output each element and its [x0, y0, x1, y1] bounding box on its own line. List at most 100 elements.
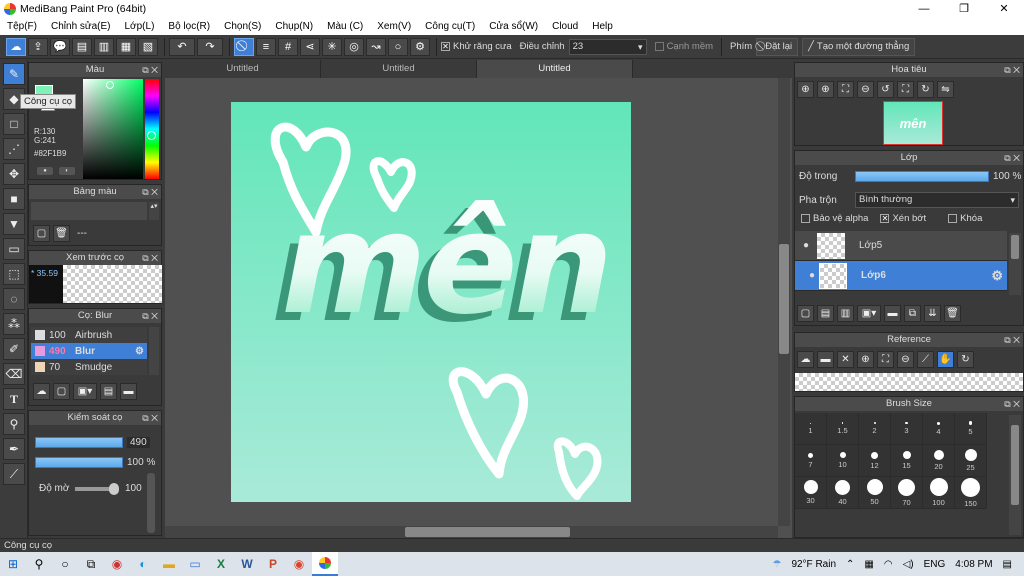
- brush-size-slider[interactable]: [35, 437, 123, 448]
- zoom-out-icon[interactable]: ⊖: [857, 81, 874, 98]
- document-tab[interactable]: Untitled: [165, 60, 321, 78]
- brush-size-slot[interactable]: 2: [859, 413, 891, 445]
- zoom-in-icon[interactable]: ⊕: [857, 351, 874, 368]
- brush-size-slot[interactable]: 7: [795, 445, 827, 477]
- delete-layer-icon[interactable]: 🗑: [944, 305, 961, 322]
- layer-visibility-icon[interactable]: ●: [805, 270, 819, 281]
- flip-icon[interactable]: ⇋: [937, 81, 954, 98]
- panel-close-icon[interactable]: ⧉ ✕: [142, 309, 158, 323]
- brush-document-icon[interactable]: ▤: [100, 383, 117, 400]
- perspective-snap-icon[interactable]: ⋖: [300, 37, 320, 56]
- word-icon[interactable]: W: [234, 552, 260, 576]
- reference-canvas[interactable]: [795, 373, 1023, 391]
- artwork-canvas[interactable]: mên mên: [231, 102, 631, 502]
- panel-close-icon[interactable]: ⧉ ✕: [142, 185, 158, 199]
- layer-opacity-slider[interactable]: [855, 171, 989, 182]
- grid-layout-icon[interactable]: ▧: [138, 37, 158, 56]
- palette-scrollbar[interactable]: ▴▾: [149, 202, 159, 220]
- layer-list-scrollbar[interactable]: [1009, 233, 1021, 295]
- undo-icon[interactable]: ↶: [169, 37, 195, 56]
- volume-icon[interactable]: ◁): [903, 559, 914, 570]
- brush-size-slot[interactable]: 12: [859, 445, 891, 477]
- brush-size-slot[interactable]: 1.5: [827, 413, 859, 445]
- minimize-button[interactable]: —: [904, 0, 944, 18]
- layer-visibility-icon[interactable]: ●: [795, 240, 817, 251]
- share-icon[interactable]: ⇪: [28, 37, 48, 56]
- brush-size-slot[interactable]: 4: [923, 413, 955, 445]
- close-button[interactable]: ✕: [984, 0, 1024, 18]
- move-tool-icon[interactable]: ✥: [3, 163, 25, 185]
- swap-color-icon[interactable]: ●: [37, 167, 53, 175]
- zoom-out-icon[interactable]: ⊖: [897, 351, 914, 368]
- color-gradient-picker[interactable]: [83, 79, 143, 179]
- brush-size-slot[interactable]: 1: [795, 413, 827, 445]
- add-layer-menu-icon[interactable]: ▣▾: [857, 305, 881, 322]
- layer-row[interactable]: ● Lớp5: [795, 231, 1007, 261]
- magic-wand-icon[interactable]: ⁂: [3, 313, 25, 335]
- menu-select[interactable]: Chọn(S): [217, 21, 268, 32]
- new-brush-icon[interactable]: ▢: [53, 383, 70, 400]
- panel-close-icon[interactable]: ⧉ ✕: [142, 251, 158, 265]
- clipping-checkbox[interactable]: ✕: [880, 214, 890, 223]
- open-folder-icon[interactable]: ▬: [817, 351, 834, 368]
- message-icon[interactable]: ▤: [72, 37, 92, 56]
- brush-size-slot[interactable]: 3: [891, 413, 923, 445]
- task-view-icon[interactable]: ⧉: [78, 552, 104, 576]
- edge-browser-icon[interactable]: ◐: [130, 552, 156, 576]
- menu-file[interactable]: Tệp(F): [0, 21, 44, 32]
- menu-edit[interactable]: Chỉnh sửa(E): [44, 21, 118, 32]
- windows-start-icon[interactable]: ⊞: [0, 552, 26, 576]
- panel-close-icon[interactable]: ⧉ ✕: [142, 411, 158, 425]
- close-reference-icon[interactable]: ✕: [837, 351, 854, 368]
- brush-size-slot[interactable]: 150: [955, 477, 987, 509]
- eyedropper-icon[interactable]: ⟋: [917, 351, 934, 368]
- scroll-thumb[interactable]: [1011, 425, 1019, 505]
- brush-size-slot[interactable]: 100: [923, 477, 955, 509]
- rectangle-tool-icon[interactable]: □: [3, 113, 25, 135]
- scroll-thumb[interactable]: [405, 527, 570, 537]
- language-indicator[interactable]: ENG: [924, 559, 946, 570]
- radial-snap-icon[interactable]: ✳: [322, 37, 342, 56]
- bucket-tool-icon[interactable]: ▼: [3, 213, 25, 235]
- fit-screen-icon[interactable]: ⛶: [877, 351, 894, 368]
- soft-edge-checkbox[interactable]: [654, 42, 664, 51]
- file-explorer-icon[interactable]: ▬: [156, 552, 182, 576]
- panel-close-icon[interactable]: ⧉ ✕: [1004, 151, 1020, 165]
- text-tool-icon[interactable]: T: [3, 388, 25, 410]
- document-tab-active[interactable]: Untitled: [477, 60, 633, 78]
- search-icon[interactable]: ⚲: [26, 552, 52, 576]
- brush-size-slot[interactable]: 50: [859, 477, 891, 509]
- maximize-button[interactable]: ❐: [944, 0, 984, 18]
- zoom-in-icon[interactable]: ⊕: [797, 81, 814, 98]
- brush-size-slot[interactable]: 10: [827, 445, 859, 477]
- layer-folder-icon[interactable]: ▬: [884, 305, 901, 322]
- parallel-snap-icon[interactable]: ≡: [256, 37, 276, 56]
- panel-close-icon[interactable]: ⧉ ✕: [142, 63, 158, 77]
- brush-folder-icon[interactable]: ▬: [120, 383, 137, 400]
- curve-snap-icon[interactable]: ↝: [366, 37, 386, 56]
- pc-icon[interactable]: ▭: [182, 552, 208, 576]
- new-halftone-layer-icon[interactable]: ▤: [817, 305, 834, 322]
- cortana-icon[interactable]: ○: [52, 552, 78, 576]
- scroll-thumb[interactable]: [779, 244, 789, 354]
- correction-select[interactable]: 23: [568, 38, 647, 55]
- new-layer-icon[interactable]: ▢: [797, 305, 814, 322]
- blend-mode-select[interactable]: Bình thường: [855, 192, 1019, 208]
- excel-icon[interactable]: X: [208, 552, 234, 576]
- new-palette-icon[interactable]: ▢: [33, 225, 50, 242]
- brush-size-slot[interactable]: 15: [891, 445, 923, 477]
- create-line-button[interactable]: ╱ Tạo một đường thẳng: [802, 37, 916, 56]
- chrome-icon[interactable]: ◉: [286, 552, 312, 576]
- brush-settings-gear-icon[interactable]: ⚙: [135, 346, 144, 357]
- brush-item-blur[interactable]: 490 Blur ⚙: [31, 343, 147, 359]
- ellipse-snap-icon[interactable]: ○: [388, 37, 408, 56]
- select-pen-icon[interactable]: ✐: [3, 338, 25, 360]
- rotate-left-icon[interactable]: ↺: [877, 81, 894, 98]
- protect-alpha-checkbox[interactable]: [801, 214, 810, 223]
- brush-size-slot[interactable]: 30: [795, 477, 827, 509]
- fit-screen-icon[interactable]: ⛶: [837, 81, 854, 98]
- brush-item-smudge[interactable]: 70 Smudge: [31, 359, 147, 375]
- brush-size-slot[interactable]: 5: [955, 413, 987, 445]
- lasso-tool-icon[interactable]: ◌: [3, 288, 25, 310]
- palette-list[interactable]: [31, 202, 147, 220]
